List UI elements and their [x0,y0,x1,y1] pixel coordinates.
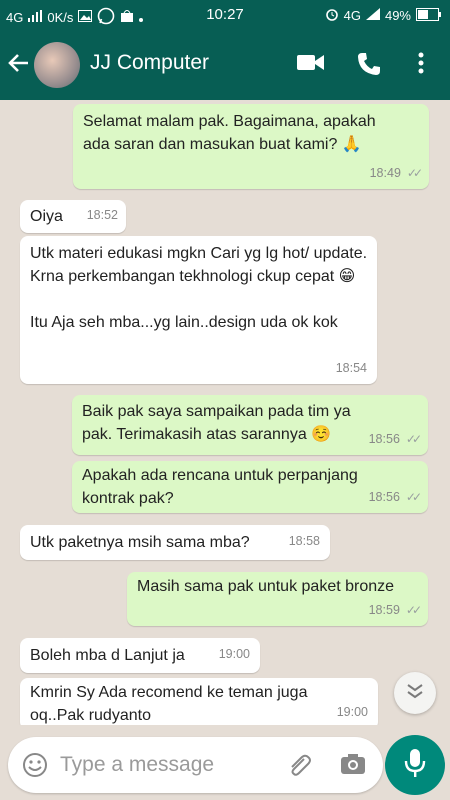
message-text: Kmrin Sy Ada recomend ke teman juga oq..… [30,684,312,724]
chat-area[interactable]: Selamat malam pak. Bagaimana, apakah ada… [0,100,450,725]
camera-icon[interactable] [340,752,366,781]
message-text: Selamat malam pak. Bagaimana, apakah ada… [83,113,381,153]
message-time: 18:56 [368,490,400,504]
status-right: 4G 49% [325,7,442,24]
message-bubble-outgoing[interactable]: Selamat malam pak. Bagaimana, apakah ada… [73,104,429,189]
mic-button[interactable] [385,735,445,795]
message-text: Utk paketnya msih sama mba? [30,534,250,551]
phone-icon[interactable] [357,52,381,81]
message-time: 19:00 [336,705,368,719]
network-type-right: 4G [343,8,361,23]
message-meta: 18:56 ✓✓ [368,486,422,509]
message-meta: 18:49 ✓✓ [369,162,423,185]
message-time: 18:58 [288,534,320,548]
contact-name[interactable]: JJ Computer [90,51,209,75]
chevron-double-down-icon [406,683,424,704]
message-bubble-incoming[interactable]: Oiya 18:52 [20,200,126,233]
message-bubble-outgoing[interactable]: Masih sama pak untuk paket bronze 18:59 ✓… [127,572,428,626]
message-bubble-incoming[interactable]: Boleh mba d Lanjut ja 19:00 [20,638,260,673]
message-text: Boleh mba d Lanjut ja [30,647,185,664]
battery-percent: 49% [384,8,411,23]
message-text: Baik pak saya sampaikan pada tim ya pak.… [82,403,356,443]
message-text: Masih sama pak untuk paket bronze [137,578,395,595]
message-input[interactable]: Type a message [60,753,214,777]
avatar[interactable] [34,42,80,88]
message-bubble-incoming[interactable]: Utk paketnya msih sama mba? 18:58 [20,525,330,560]
message-meta: 18:59 ✓✓ [368,599,422,622]
double-check-icon: ✓✓ [405,490,422,504]
emoji-icon[interactable] [22,752,48,783]
double-check-icon: ✓✓ [405,603,422,617]
battery-icon [416,7,442,24]
message-composer[interactable]: Type a message [8,737,383,793]
signal-icon-right [365,8,380,23]
double-check-icon: ✓✓ [406,166,423,180]
scroll-to-bottom-button[interactable] [394,672,436,714]
paperclip-icon[interactable] [285,751,313,784]
message-bubble-outgoing[interactable]: Apakah ada rencana untuk perpanjang kont… [72,461,428,513]
message-text: Apakah ada rencana untuk perpanjang kont… [82,467,363,507]
message-time: 18:59 [368,603,400,617]
message-text: Utk materi edukasi mgkn Cari yg lg hot/ … [30,245,368,331]
message-bubble-outgoing[interactable]: Baik pak saya sampaikan pada tim ya pak.… [72,395,428,455]
message-text: Oiya [30,208,63,225]
alarm-icon [325,7,339,24]
chat-header: JJ Computer [0,30,450,100]
status-bar: 4G 0K/s 10:27 4G 49% [0,0,450,30]
video-call-icon[interactable] [297,52,325,79]
message-time: 18:56 [368,432,400,446]
message-bubble-incoming[interactable]: Utk materi edukasi mgkn Cari yg lg hot/ … [20,236,377,384]
message-bubble-incoming[interactable]: Kmrin Sy Ada recomend ke teman juga oq..… [20,678,378,725]
message-time: 18:49 [369,166,401,180]
message-meta: 18:56 ✓✓ [368,428,422,451]
message-time: 18:54 [335,361,367,375]
more-vert-icon[interactable] [418,52,424,79]
message-time: 18:52 [86,208,118,222]
double-check-icon: ✓✓ [405,432,422,446]
microphone-icon [404,748,426,783]
message-time: 19:00 [218,647,250,661]
arrow-left-icon[interactable] [8,52,30,79]
